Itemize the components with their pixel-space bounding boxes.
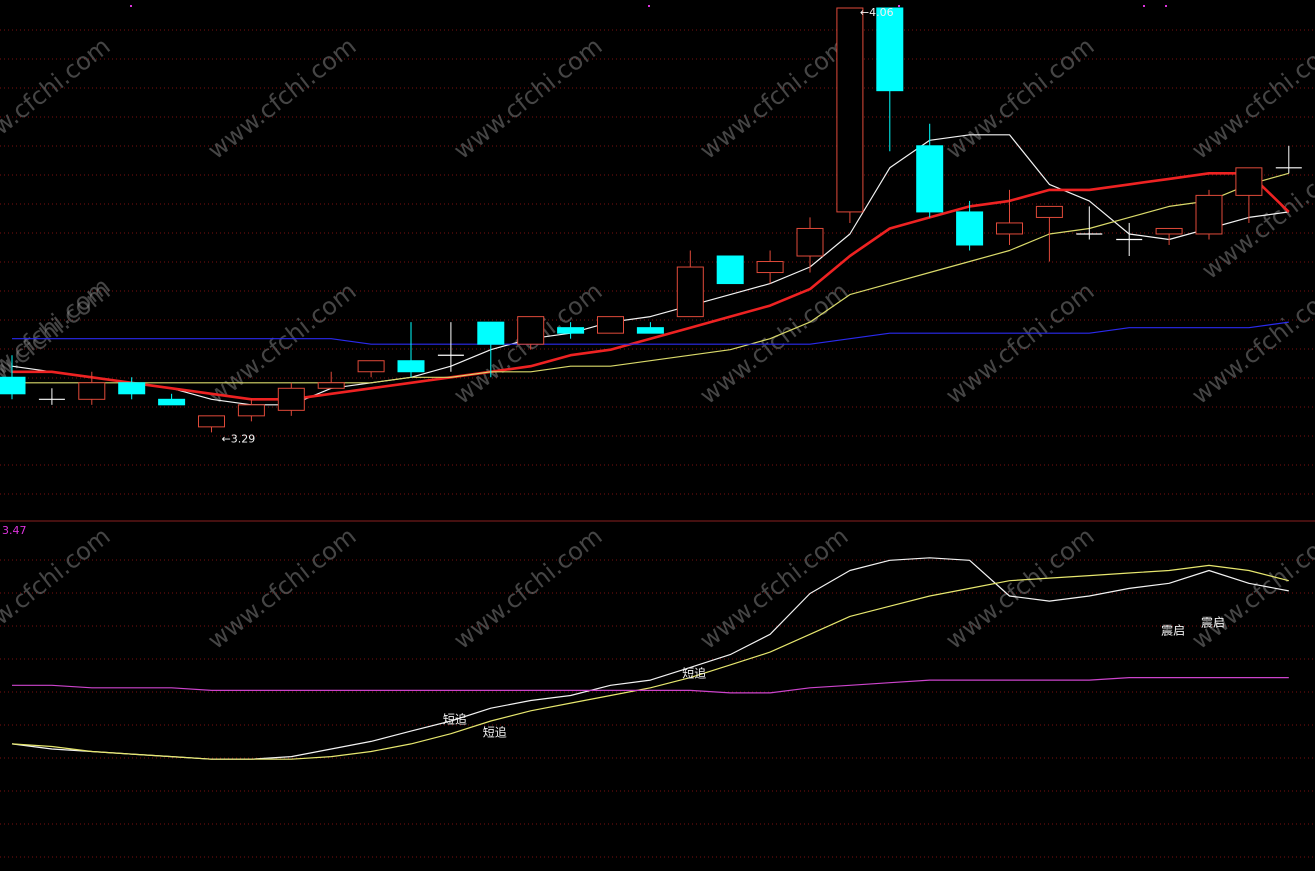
candle-body	[317, 382, 345, 389]
candle-body	[158, 398, 186, 406]
top-tick	[898, 5, 900, 7]
ma-line-yellow	[12, 172, 1289, 384]
candle	[1035, 205, 1063, 262]
candle-body	[756, 261, 784, 274]
top-tick	[1165, 5, 1167, 7]
candle	[916, 123, 944, 218]
candle-body	[796, 227, 824, 257]
watermark-text: www.cfchi.com	[940, 522, 1099, 655]
top-tick	[1143, 5, 1145, 7]
candle	[636, 322, 664, 334]
candle	[437, 322, 464, 372]
watermark-text: www.cfchi.com	[940, 277, 1099, 410]
watermark-text: www.cfchi.com	[1186, 522, 1315, 655]
watermark-text: www.cfchi.com	[694, 277, 853, 410]
candles-layer	[0, 7, 1302, 433]
candle-body	[517, 316, 545, 345]
candle	[876, 7, 904, 152]
candle-body	[198, 415, 225, 428]
watermark-text: www.cfchi.com	[202, 522, 361, 655]
oscillator-panel: 短追短追短追震启震启	[11, 557, 1289, 760]
chart-root: www.cfchi.com www.cfchi.com www.cfchi.com w…	[0, 0, 1315, 867]
candle-body	[0, 376, 26, 395]
price-ma-lines	[11, 134, 1290, 406]
stock-chart: www.cfchi.com www.cfchi.com www.cfchi.com w…	[0, 5, 1315, 858]
signal-label: 短追	[483, 724, 507, 739]
candle	[796, 217, 824, 273]
candle	[1195, 189, 1223, 240]
candle-body	[876, 7, 904, 92]
top-tick	[130, 5, 132, 7]
candle	[158, 393, 186, 406]
candle	[756, 250, 784, 284]
watermark-text: www.cfchi.com	[448, 32, 607, 165]
signal-label: 震启	[1161, 623, 1185, 637]
candle-body	[597, 316, 624, 334]
candle-body	[557, 327, 585, 334]
signal-label: 短追	[443, 712, 467, 727]
candle-body	[996, 222, 1023, 235]
candle-body	[397, 360, 425, 373]
price-extreme-label: ←4.06	[860, 6, 894, 19]
candle	[38, 388, 65, 405]
candle-body	[237, 404, 265, 417]
candle-body	[836, 7, 864, 213]
candle-body	[716, 255, 744, 285]
candle	[397, 322, 425, 378]
watermark-text: www.cfchi.com	[694, 522, 853, 655]
candle	[716, 255, 744, 285]
candle-body	[357, 360, 385, 373]
watermark-text: www.cfchi.com	[694, 32, 853, 165]
watermark-text: www.cfchi.com	[448, 522, 607, 655]
candle-body	[1195, 194, 1223, 235]
candle-body	[956, 211, 984, 246]
candle	[198, 415, 225, 433]
candle	[1275, 145, 1302, 174]
candle-body	[676, 266, 704, 318]
candle-body	[477, 321, 505, 345]
candle-body	[1035, 205, 1063, 218]
candle-body	[636, 327, 664, 334]
oscillator-annotations: 短追短追短追震启震启	[443, 616, 1225, 740]
candle	[317, 371, 345, 389]
candle	[1116, 222, 1143, 257]
candle	[836, 7, 864, 223]
price-panel: ←4.06 ←3.29	[0, 6, 1302, 445]
watermark-text: www.cfchi.com	[1186, 32, 1315, 165]
watermark-text: www.cfchi.com	[0, 522, 115, 655]
candle	[277, 382, 305, 416]
price-extreme-label: ←3.29	[222, 432, 256, 445]
candle	[237, 399, 265, 422]
top-tick	[648, 5, 650, 7]
candle	[676, 250, 704, 318]
grid-layer	[0, 5, 1315, 858]
candle-body	[118, 382, 146, 395]
scale-label: 3.47	[2, 524, 27, 537]
candle	[1076, 206, 1103, 240]
candle	[597, 316, 624, 334]
candle-body	[916, 145, 944, 213]
watermark-text: www.cfchi.com	[940, 32, 1099, 165]
ma-line-white	[11, 134, 1289, 406]
watermark-text: www.cfchi.com	[1186, 277, 1315, 410]
signal-label: 短追	[682, 666, 706, 681]
candle-body	[78, 382, 106, 400]
oscillator-lines	[11, 557, 1289, 760]
signal-label: 震启	[1201, 616, 1225, 630]
osc-line-white	[11, 557, 1289, 760]
candle-body	[1155, 227, 1183, 235]
watermark-text: www.cfchi.com	[202, 32, 361, 165]
watermark-layer: www.cfchi.com www.cfchi.com www.cfchi.com w…	[0, 32, 1315, 655]
candle-body	[277, 387, 305, 411]
candle-body	[1235, 167, 1263, 196]
candle	[357, 360, 385, 378]
watermark-text: www.cfchi.com	[0, 32, 115, 165]
